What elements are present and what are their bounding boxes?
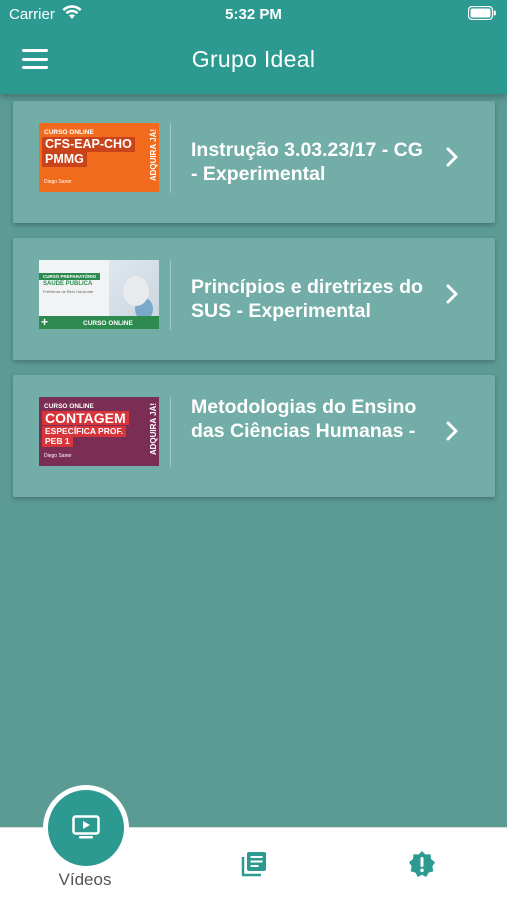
video-icon <box>72 815 100 839</box>
thumb-title: CONTAGEM <box>42 411 129 425</box>
tab-videos-button[interactable] <box>48 790 124 866</box>
course-card[interactable]: CURSO PREPARATÓRIO SAÚDE PÚBLICA Prefeit… <box>13 238 495 360</box>
thumb-subtitle: PMMG <box>42 152 87 167</box>
course-title: Metodologias do Ensino das Ciências Huma… <box>191 396 417 442</box>
status-bar: Carrier 5:32 PM <box>0 0 507 28</box>
chevron-right-icon <box>446 421 458 441</box>
course-thumbnail: CURSO ONLINE CFS-EAP-CHO PMMG ADQUIRA JÁ… <box>39 123 159 192</box>
course-title: Princípios e diretrizes do SUS - Experim… <box>191 276 423 322</box>
course-card[interactable]: CURSO ONLINE CFS-EAP-CHO PMMG ADQUIRA JÁ… <box>13 101 495 223</box>
thumb-title: CFS-EAP-CHO <box>42 137 135 152</box>
status-time: 5:32 PM <box>225 6 282 23</box>
thumb-label: CURSO ONLINE <box>44 403 94 410</box>
tab-videos[interactable] <box>43 785 129 871</box>
course-card[interactable]: CURSO ONLINE CONTAGEM ESPECÍFICA PROF. P… <box>13 375 495 497</box>
plus-icon: + <box>41 315 49 329</box>
thumb-title: SAÚDE PÚBLICA <box>43 281 93 287</box>
tab-videos-label[interactable]: Vídeos <box>0 870 170 890</box>
page-title: Grupo Ideal <box>191 46 316 72</box>
app-header: Carrier 5:32 PM Grupo Ideal <box>0 0 507 94</box>
course-thumbnail: CURSO PREPARATÓRIO SAÚDE PÚBLICA Prefeit… <box>39 260 159 329</box>
thumb-subtitle-2: PEB 1 <box>42 436 73 447</box>
divider <box>170 397 171 467</box>
thumb-subtitle: Prefeitura de Belo Horizonte <box>43 289 94 294</box>
thumb-bottom-label: CURSO ONLINE <box>83 320 133 327</box>
thumb-side-text: ADQUIRA JÁ! <box>149 129 158 182</box>
thumb-logo: Diego Saner <box>44 179 72 185</box>
thumb-logo: Diego Saner <box>44 453 72 459</box>
divider <box>170 260 171 330</box>
battery-icon <box>468 6 496 20</box>
divider <box>170 123 171 193</box>
thumb-tag: CURSO PREPARATÓRIO <box>39 273 101 280</box>
chevron-right-icon <box>446 147 458 167</box>
document-icon[interactable] <box>241 851 267 877</box>
alert-badge-icon[interactable] <box>408 850 436 878</box>
course-title: Instrução 3.03.23/17 - CG - Experimental <box>191 139 423 185</box>
course-thumbnail: CURSO ONLINE CONTAGEM ESPECÍFICA PROF. P… <box>39 397 159 466</box>
thumb-label: CURSO ONLINE <box>44 129 94 136</box>
thumb-side-text: ADQUIRA JÁ! <box>149 403 158 456</box>
chevron-right-icon <box>446 284 458 304</box>
